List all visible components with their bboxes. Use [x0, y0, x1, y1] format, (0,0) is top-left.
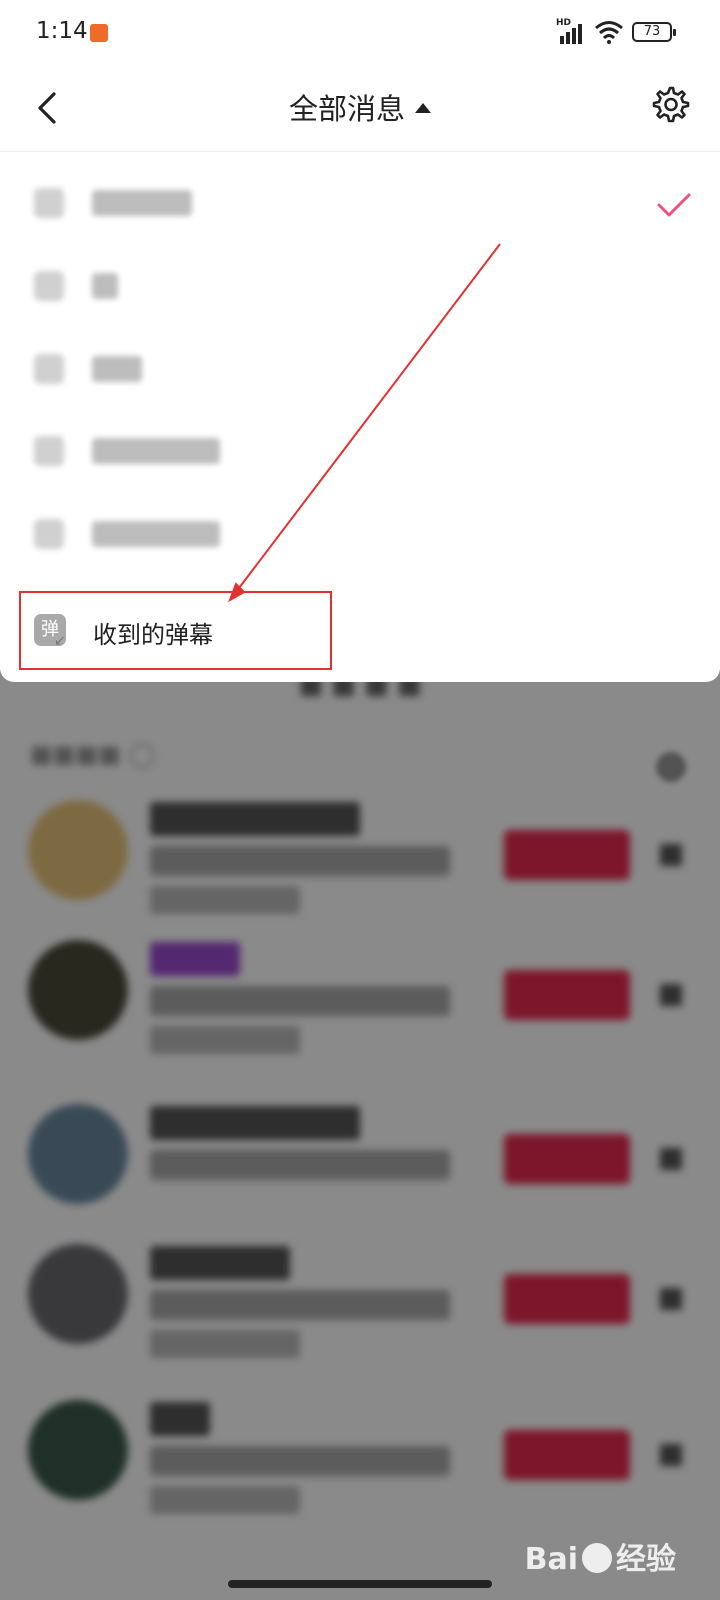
gear-icon[interactable]	[650, 84, 690, 124]
message-filter-dropdown[interactable]: 全部消息	[0, 86, 720, 128]
menu-item-label	[92, 438, 220, 464]
menu-item-icon	[34, 354, 64, 384]
menu-item-label	[92, 190, 192, 216]
status-bar: 1:14 HD 73	[0, 0, 720, 66]
menu-item[interactable]	[0, 495, 720, 579]
baidu-paw-icon	[582, 1543, 612, 1573]
menu-item-icon	[34, 519, 64, 549]
home-indicator[interactable]	[228, 1580, 492, 1588]
menu-item-icon	[34, 436, 64, 466]
page-title: 全部消息	[288, 92, 405, 126]
signal-icon	[556, 22, 584, 44]
annotation-highlight-box	[19, 591, 332, 670]
menu-item-label	[92, 356, 142, 382]
watermark-text-right: 经验	[616, 1542, 676, 1577]
menu-item[interactable]	[0, 247, 720, 331]
menu-item[interactable]	[0, 330, 720, 414]
menu-item-all[interactable]	[0, 164, 720, 248]
top-header: 全部消息	[0, 66, 720, 152]
menu-item-icon	[34, 188, 64, 218]
status-time: 1:14	[36, 18, 88, 44]
caret-up-icon	[415, 103, 431, 113]
menu-item-label	[92, 521, 220, 547]
wifi-icon	[595, 21, 623, 44]
menu-item-icon	[34, 271, 64, 301]
app-notification-icon	[90, 24, 108, 42]
menu-item-label	[92, 273, 118, 299]
battery-icon: 73	[632, 22, 676, 42]
menu-item[interactable]	[0, 412, 720, 496]
watermark-text-left: Bai	[524, 1542, 578, 1577]
baidu-watermark: Bai 经验	[525, 1534, 676, 1578]
checkmark-icon	[657, 193, 691, 217]
